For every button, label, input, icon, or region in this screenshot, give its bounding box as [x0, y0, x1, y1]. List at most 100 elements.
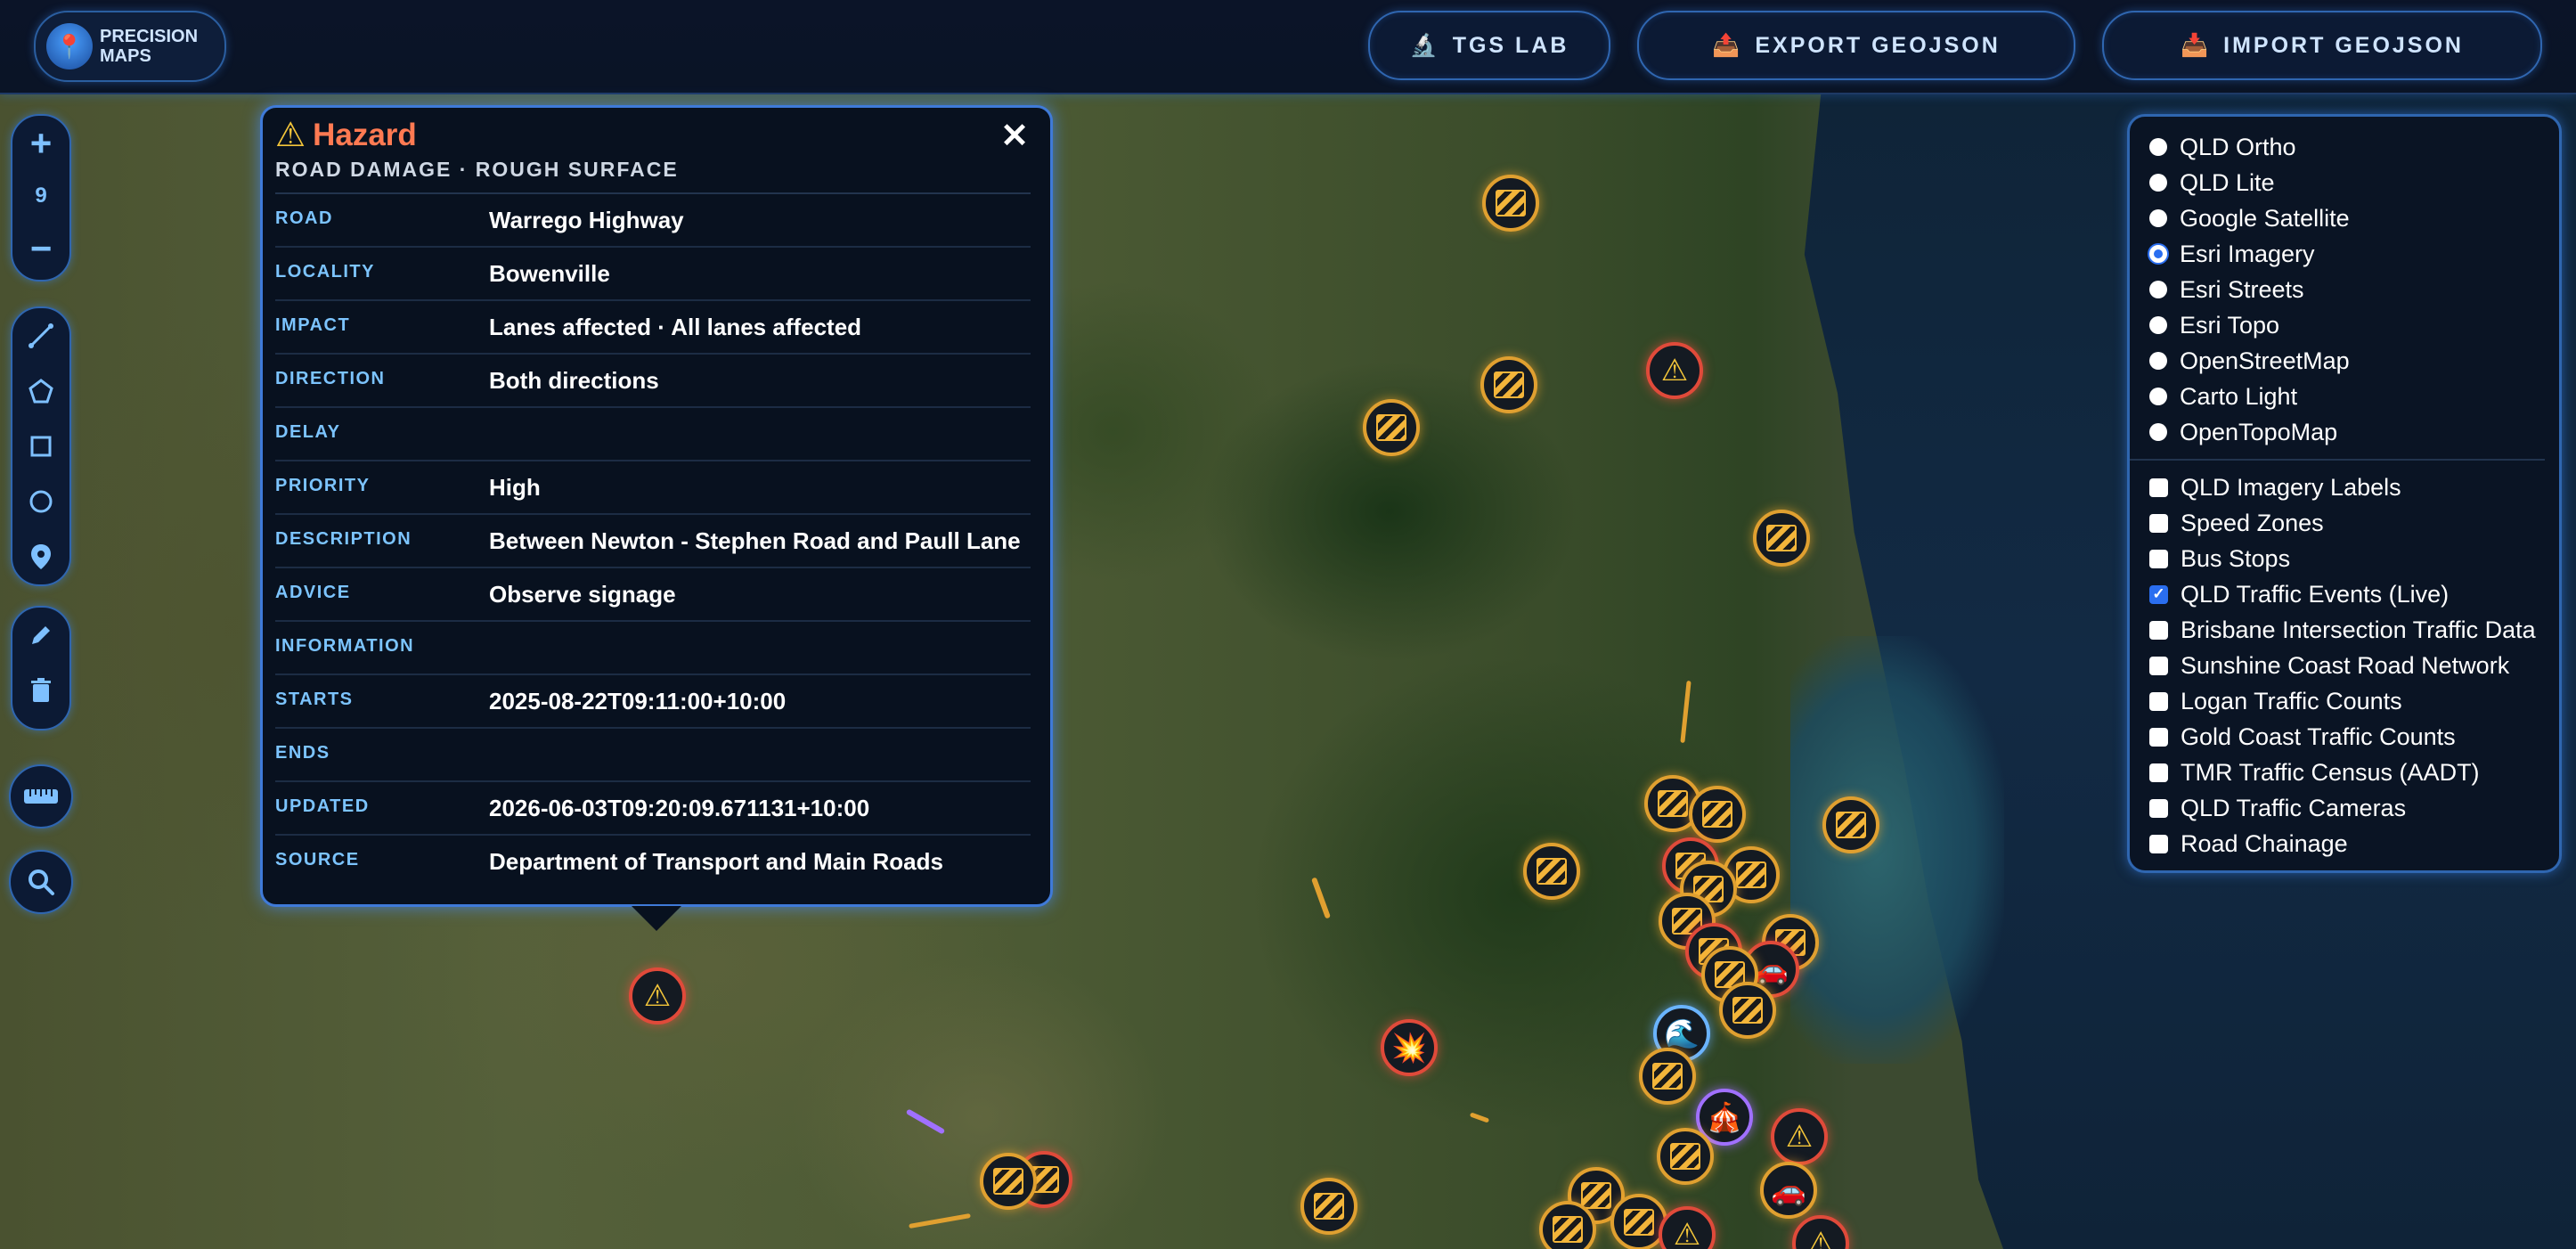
detail-value: 2025-08-22T09:11:00+10:00 [489, 688, 787, 714]
close-icon[interactable]: ✕ [999, 119, 1031, 153]
edit-pencil-icon[interactable] [12, 608, 69, 663]
export-geojson-button[interactable]: 📤 EXPORT GEOJSON [1637, 11, 2075, 80]
basemap-option[interactable]: OpenTopoMap [2149, 414, 2559, 450]
basemap-option[interactable]: Google Satellite [2149, 200, 2559, 236]
overlay-option[interactable]: QLD Imagery Labels [2149, 469, 2559, 505]
checkbox[interactable] [2149, 691, 2168, 711]
checkbox[interactable]: ✓ [2149, 584, 2168, 604]
roadwork-marker[interactable] [1482, 175, 1539, 232]
roadwork-marker[interactable] [1300, 1178, 1357, 1235]
microscope-icon: 🔬 [1409, 32, 1440, 58]
radio-button[interactable] [2149, 174, 2167, 192]
top-bar: 📍 PRECISION MAPS 🔬 TGS LAB 📤 EXPORT GEOJ… [0, 0, 2576, 94]
roadwork-marker[interactable] [1523, 843, 1580, 900]
roadwork-marker[interactable] [1822, 796, 1879, 853]
hazard-marker[interactable]: ⚠ [1771, 1108, 1828, 1165]
draw-circle-icon[interactable] [12, 474, 69, 529]
draw-line-icon[interactable] [12, 308, 69, 363]
basemap-option[interactable]: Esri Streets [2149, 272, 2559, 307]
checkbox[interactable] [2149, 834, 2168, 853]
hazard-marker[interactable]: ⚠ [629, 967, 686, 1025]
radio-button[interactable] [2149, 138, 2167, 156]
basemap-option[interactable]: Esri Imagery [2149, 236, 2559, 272]
checkbox[interactable] [2149, 620, 2168, 640]
popup-pointer [632, 906, 681, 931]
detail-row-advice: ADVICE Observe signage [275, 568, 1031, 622]
checkbox[interactable] [2149, 549, 2168, 568]
layers-divider [2130, 459, 2545, 461]
checkbox[interactable] [2149, 798, 2168, 818]
radio-button[interactable] [2149, 281, 2167, 298]
overlay-option[interactable]: QLD Traffic Cameras [2149, 790, 2559, 826]
detail-label: LOCALITY [275, 262, 375, 282]
route-segment [1680, 680, 1692, 744]
route-segment [1310, 877, 1332, 919]
roadwork-marker[interactable] [1689, 786, 1746, 843]
measure-ruler-icon[interactable] [9, 764, 73, 829]
zoom-out-button[interactable]: − [12, 221, 69, 276]
hazard-marker[interactable]: ⚠ [1659, 1206, 1716, 1249]
detail-label: IMPACT [275, 315, 351, 335]
overlay-option[interactable]: Speed Zones [2149, 505, 2559, 541]
zoom-in-button[interactable]: + [12, 116, 69, 171]
overlay-option[interactable]: Sunshine Coast Road Network [2149, 648, 2559, 683]
radio-button[interactable] [2149, 423, 2167, 441]
tgs-lab-button[interactable]: 🔬 TGS LAB [1368, 11, 1610, 80]
delete-trash-icon[interactable] [12, 663, 69, 718]
popup-details: ROAD Warrego Highway LOCALITY Bowenville I… [275, 194, 1031, 889]
basemap-option[interactable]: QLD Ortho [2149, 129, 2559, 165]
overlay-option[interactable]: Gold Coast Traffic Counts [2149, 719, 2559, 755]
hazard-marker[interactable]: ⚠ [1792, 1215, 1849, 1249]
checkbox[interactable] [2149, 727, 2168, 747]
overlay-option[interactable]: Road Chainage [2149, 826, 2559, 861]
detail-row-source: SOURCE Department of Transport and Main R… [275, 836, 1031, 889]
popup-subtitle: ROAD DAMAGE · ROUGH SURFACE [275, 158, 1031, 194]
basemap-option[interactable]: QLD Lite [2149, 165, 2559, 200]
basemap-option[interactable]: OpenStreetMap [2149, 343, 2559, 379]
overlay-option[interactable]: Brisbane Intersection Traffic Data [2149, 612, 2559, 648]
app-logo[interactable]: 📍 PRECISION MAPS [34, 11, 226, 82]
overlay-option[interactable]: Bus Stops [2149, 541, 2559, 576]
roadwork-marker[interactable] [1753, 510, 1810, 567]
draw-polygon-icon[interactable] [12, 363, 69, 419]
search-icon[interactable] [9, 850, 73, 914]
overlay-option[interactable]: Logan Traffic Counts [2149, 683, 2559, 719]
basemap-option[interactable]: Esri Topo [2149, 307, 2559, 343]
radio-button[interactable] [2149, 209, 2167, 227]
radio-button[interactable] [2149, 388, 2167, 405]
checkbox[interactable] [2149, 763, 2168, 782]
import-geojson-button[interactable]: 📥 IMPORT GEOJSON [2102, 11, 2542, 80]
detail-label: DELAY [275, 422, 341, 442]
radio-button[interactable] [2149, 245, 2167, 263]
roadwork-marker[interactable] [1363, 399, 1420, 456]
roadwork-marker[interactable] [1657, 1128, 1714, 1185]
draw-marker-icon[interactable] [12, 529, 69, 584]
overlay-option[interactable]: ✓ QLD Traffic Events (Live) [2149, 576, 2559, 612]
detail-label: STARTS [275, 690, 354, 709]
radio-button[interactable] [2149, 352, 2167, 370]
incident-marker[interactable]: 💥 [1381, 1019, 1438, 1076]
draw-rectangle-icon[interactable] [12, 419, 69, 474]
roadwork-marker[interactable] [980, 1153, 1037, 1210]
checkbox[interactable] [2149, 478, 2168, 497]
route-segment [905, 1108, 946, 1135]
checkbox[interactable] [2149, 513, 2168, 533]
warning-icon: ⚠ [275, 117, 306, 154]
roadwork-marker[interactable] [1719, 982, 1776, 1039]
export-icon: 📤 [1712, 32, 1743, 58]
hazard-marker[interactable]: ⚠ [1646, 342, 1703, 399]
basemap-option[interactable]: Carto Light [2149, 379, 2559, 414]
checkbox[interactable] [2149, 656, 2168, 675]
overlay-option[interactable]: TMR Traffic Census (AADT) [2149, 755, 2559, 790]
detail-label: ADVICE [275, 583, 351, 602]
edit-toolbar [11, 606, 71, 731]
roadwork-marker[interactable] [1480, 356, 1537, 413]
roadwork-marker[interactable] [1639, 1048, 1696, 1105]
crash-marker[interactable]: 🚗 [1760, 1162, 1817, 1219]
detail-value: 2026-06-03T09:20:09.671131+10:00 [489, 795, 870, 821]
detail-row-starts: STARTS 2025-08-22T09:11:00+10:00 [275, 675, 1031, 729]
popup-title: Hazard [313, 118, 417, 152]
route-segment [1469, 1112, 1490, 1123]
detail-label: INFORMATION [275, 636, 415, 656]
radio-button[interactable] [2149, 316, 2167, 334]
